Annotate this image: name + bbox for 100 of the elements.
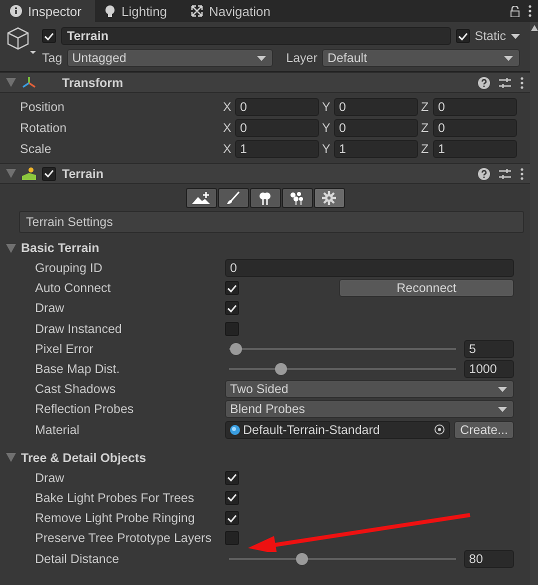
axis-label: Z [421, 100, 430, 114]
axis-label: X [223, 120, 232, 134]
info-icon [10, 5, 22, 17]
number-field[interactable]: 0 [433, 98, 517, 116]
more-options-icon[interactable] [520, 168, 524, 180]
gear-icon [319, 191, 339, 205]
checkbox[interactable] [225, 301, 239, 316]
axis-label: Y [322, 100, 331, 114]
slider-track[interactable] [229, 363, 456, 376]
dropdown-caret-icon [498, 386, 507, 392]
property-label: Cast Shadows [35, 382, 117, 396]
layer-label: Layer [286, 51, 318, 65]
more-options-icon[interactable] [520, 76, 524, 88]
terrain-icon [22, 167, 36, 180]
tool-button[interactable] [218, 188, 248, 208]
presets-icon[interactable] [499, 168, 511, 180]
checkbox[interactable] [225, 322, 239, 336]
slider-track[interactable] [229, 342, 456, 355]
lock-icon[interactable] [510, 6, 520, 16]
scroll-up-icon[interactable] [530, 25, 538, 31]
dropdown[interactable]: Blend Probes [225, 400, 514, 418]
section-title[interactable]: Tree & Detail Objects [21, 450, 146, 465]
axis-icon [22, 76, 36, 89]
static-label: Static [474, 29, 506, 43]
dropdown[interactable]: Two Sided [225, 380, 514, 398]
tool-button[interactable] [250, 188, 280, 208]
property-label: Draw Instanced [35, 322, 123, 336]
number-field[interactable]: 1 [433, 140, 517, 158]
tool-button[interactable] [186, 188, 216, 208]
slider-thumb[interactable] [296, 552, 308, 565]
number-field[interactable]: 5 [464, 340, 514, 358]
object-picker-icon[interactable] [434, 424, 446, 436]
property-label: Draw [35, 470, 66, 485]
property-label: Rotation [20, 120, 68, 134]
number-field[interactable]: 0 [235, 118, 319, 136]
checkbox[interactable] [225, 511, 239, 526]
more-options-icon[interactable] [528, 5, 532, 17]
checkbox[interactable] [42, 29, 56, 43]
property-label: Bake Light Probes For Trees [35, 490, 196, 505]
number-field[interactable]: 0 [334, 98, 418, 116]
section-title[interactable]: Basic Terrain [21, 241, 100, 255]
number-field[interactable]: 1000 [464, 360, 514, 378]
property-label: Position [20, 100, 66, 114]
dropdown-caret-icon [498, 406, 507, 412]
property-label: Auto Connect [35, 281, 112, 296]
property-label: Pixel Error [35, 342, 94, 356]
settings-title-bar: Terrain Settings [19, 211, 524, 233]
sphere-icon [230, 424, 240, 435]
slider-track[interactable] [229, 552, 456, 565]
number-field[interactable]: 0 [334, 118, 418, 136]
number-field[interactable]: 1 [334, 140, 418, 158]
axis-label: Z [421, 120, 430, 134]
navigation-icon [191, 5, 204, 17]
create-button[interactable]: Create... [454, 420, 514, 439]
number-field[interactable]: 1 [235, 140, 319, 158]
static-caret-icon [511, 34, 520, 38]
checkbox[interactable] [225, 281, 239, 296]
property-label: Scale [20, 142, 52, 156]
object-field[interactable]: Default-Terrain-Standard [225, 420, 450, 439]
slider-thumb[interactable] [230, 342, 242, 355]
component-title: Terrain [62, 166, 104, 180]
presets-icon[interactable] [499, 76, 511, 88]
slider-thumb[interactable] [275, 363, 288, 376]
tag-dropdown[interactable]: Untagged [67, 49, 274, 67]
property-label: Detail Distance [35, 552, 120, 566]
checkbox[interactable] [225, 490, 239, 505]
tool-button[interactable] [282, 188, 312, 208]
help-icon[interactable] [478, 76, 490, 88]
checkbox[interactable] [225, 470, 239, 485]
component-title: Transform [62, 76, 124, 90]
dropdown-caret-icon [504, 56, 513, 60]
reconnect-button[interactable]: Reconnect [339, 279, 514, 298]
axis-label: X [223, 142, 232, 156]
light-bulb-icon [105, 4, 116, 18]
number-field[interactable]: 0 [433, 118, 517, 136]
property-label: Remove Light Probe Ringing [35, 511, 196, 526]
property-label: Base Map Dist. [35, 362, 121, 376]
number-field[interactable]: 0 [225, 259, 514, 278]
number-field[interactable]: 80 [464, 550, 514, 568]
property-label: Draw [35, 301, 66, 316]
name-field[interactable]: Terrain [61, 27, 451, 45]
property-label: Material [35, 422, 80, 437]
checkbox[interactable] [456, 29, 470, 43]
tab[interactable]: Lighting [95, 0, 182, 22]
property-label: Preserve Tree Prototype Layers [35, 531, 212, 546]
axis-label: Z [421, 142, 430, 156]
tab[interactable]: Navigation [181, 0, 284, 22]
axis-label: Y [322, 142, 331, 156]
axis-label: Y [322, 120, 331, 134]
tab[interactable]: Inspector [0, 0, 96, 22]
checkbox[interactable] [42, 166, 56, 180]
property-label: Reflection Probes [35, 402, 135, 416]
axis-label: X [223, 100, 232, 114]
layer-dropdown[interactable]: Default [322, 49, 520, 67]
number-field[interactable]: 0 [235, 98, 319, 116]
checkbox[interactable] [225, 531, 239, 546]
tag-label: Tag [42, 51, 62, 65]
help-icon[interactable] [478, 168, 490, 180]
tool-button[interactable] [314, 188, 344, 208]
dropdown-caret-icon [257, 56, 266, 60]
